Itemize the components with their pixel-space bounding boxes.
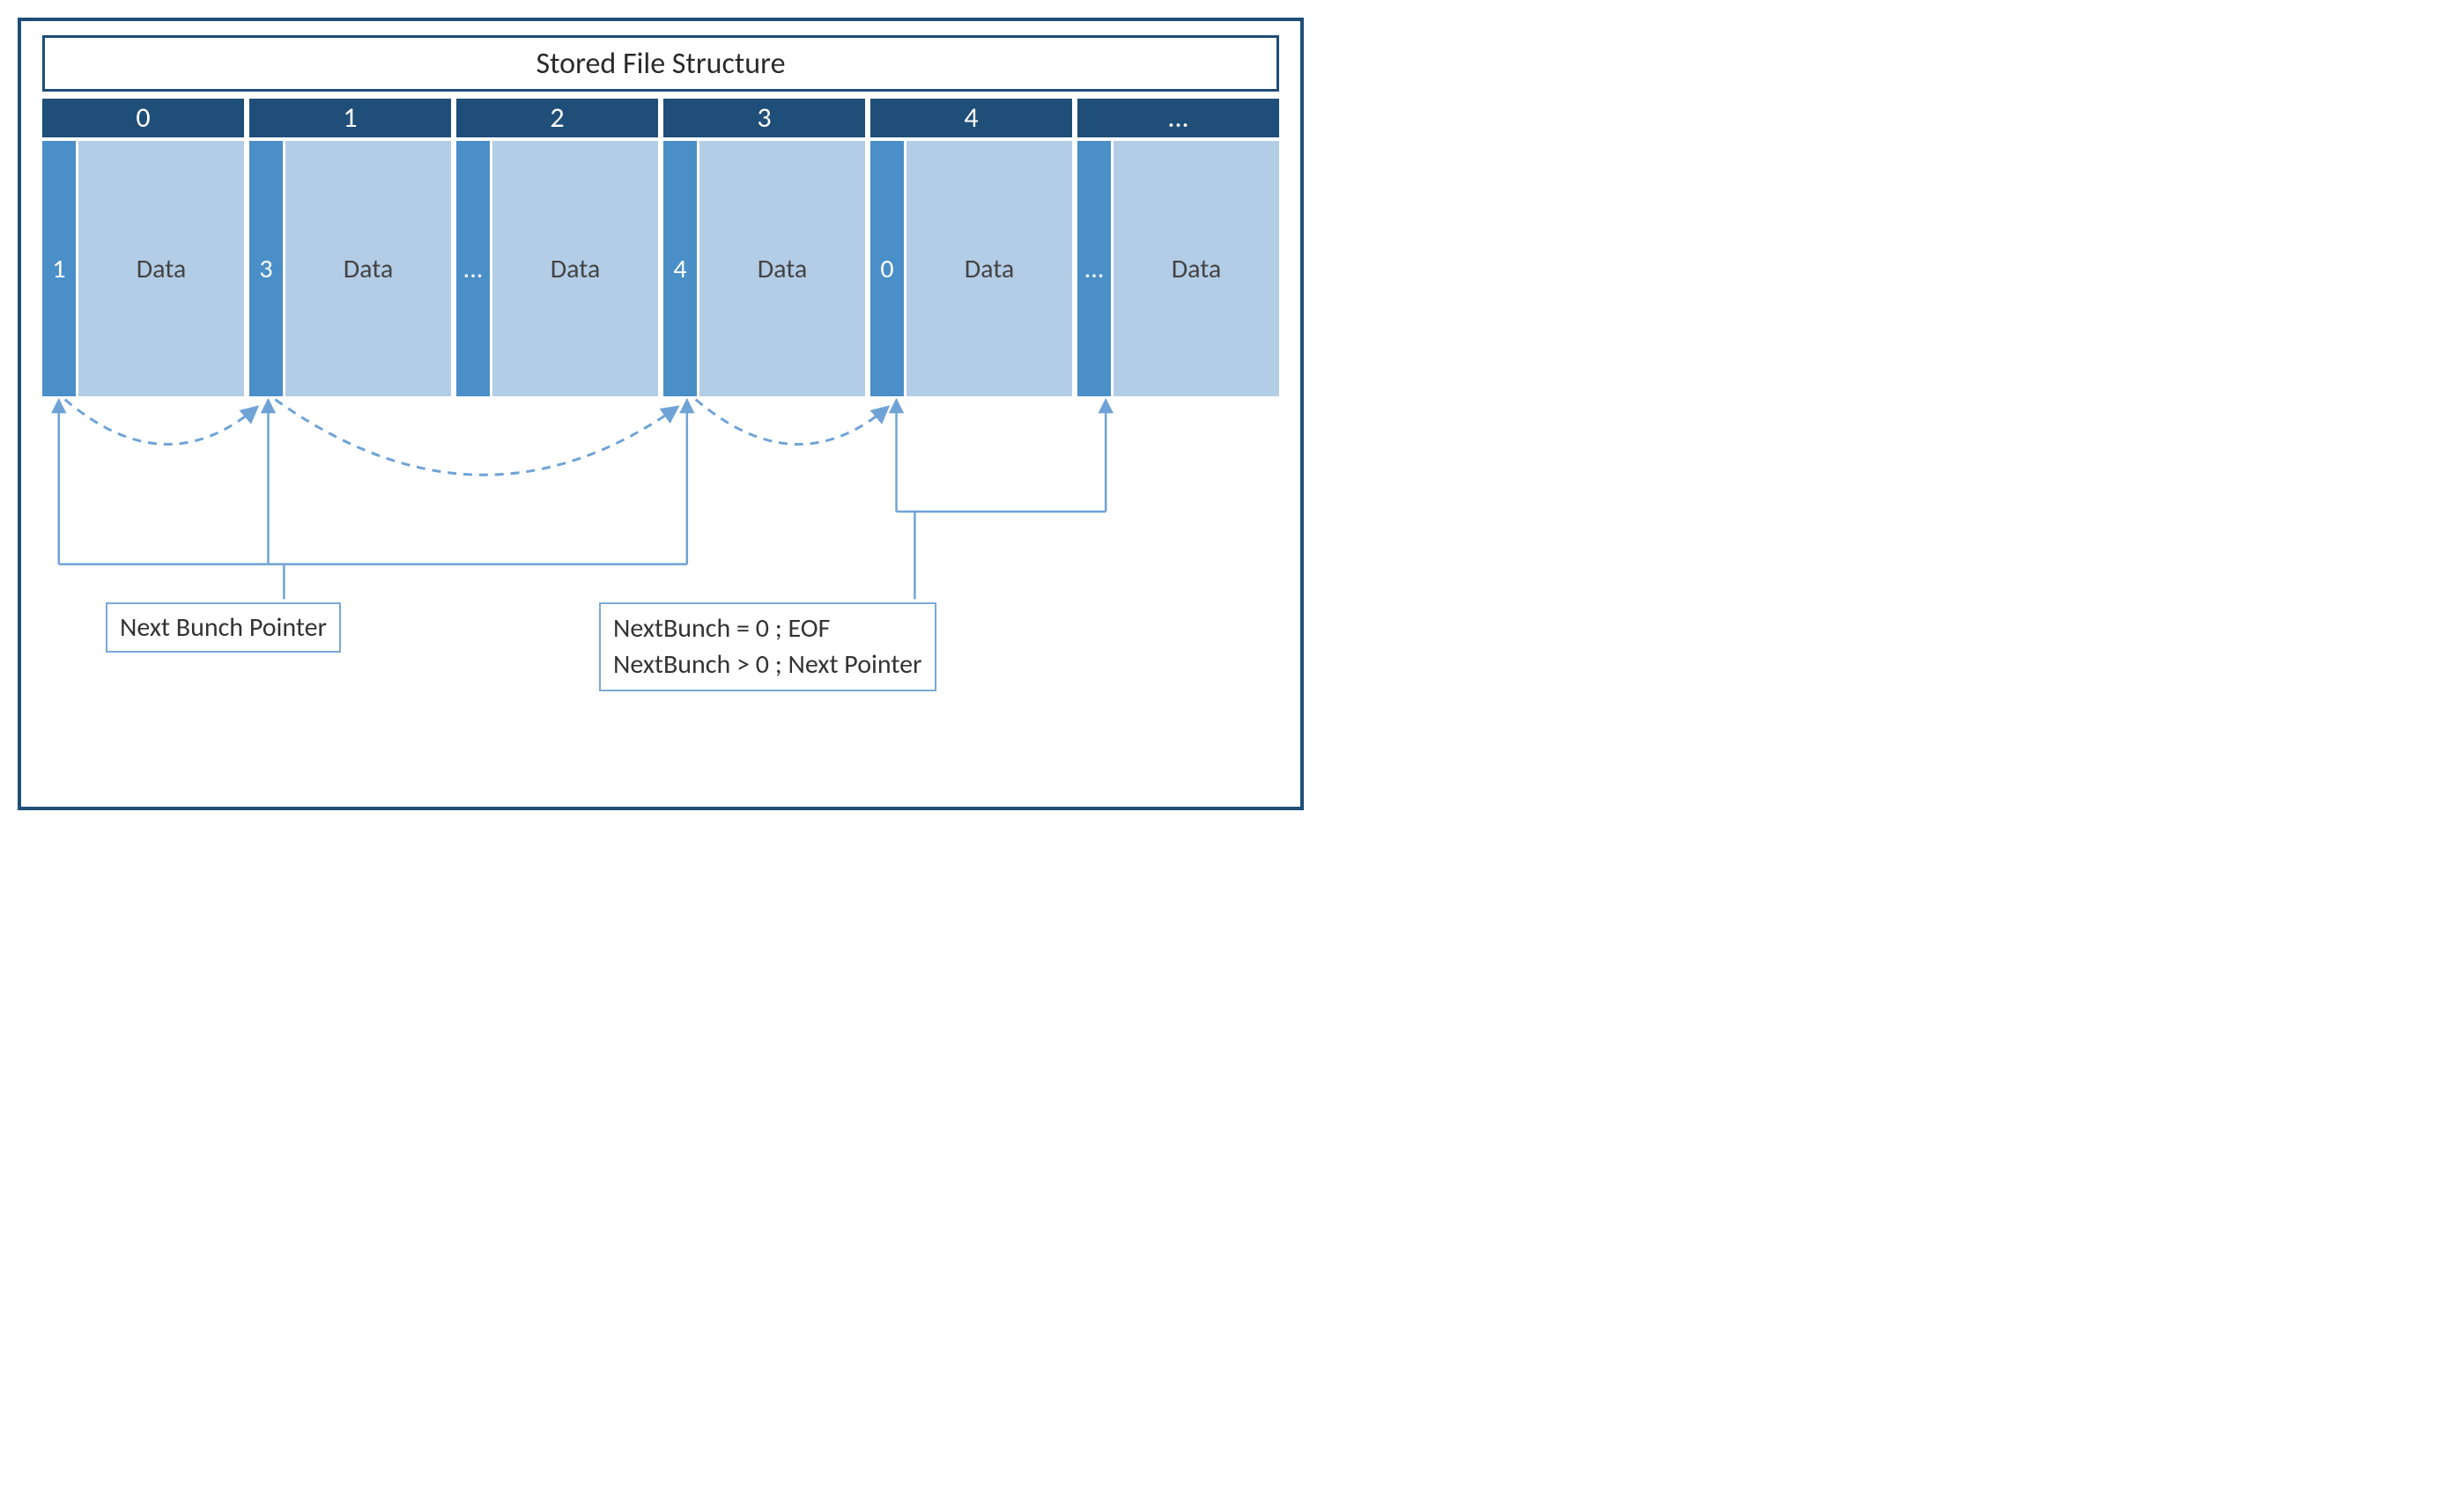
data-cell: Data	[78, 141, 244, 396]
block-index: 3	[663, 99, 865, 137]
pointer-cell: 4	[663, 141, 697, 396]
block-index: 1	[249, 99, 451, 137]
block-5: ... ... Data	[1077, 99, 1279, 396]
block-index: 4	[870, 99, 1072, 137]
block-4: 4 0 Data	[870, 99, 1072, 396]
block-body: 3 Data	[249, 141, 451, 396]
pointer-cell: 3	[249, 141, 283, 396]
block-3: 3 4 Data	[663, 99, 865, 396]
rule-line-2: NextBunch > 0 ; Next Pointer	[613, 647, 922, 683]
block-body: 0 Data	[870, 141, 1072, 396]
block-index: 0	[42, 99, 244, 137]
data-cell: Data	[285, 141, 451, 396]
rule-line-1: NextBunch = 0 ; EOF	[613, 611, 922, 647]
pointer-cell: ...	[456, 141, 490, 396]
next-bunch-pointer-label: Next Bunch Pointer	[106, 602, 341, 653]
block-0: 0 1 Data	[42, 99, 244, 396]
pointer-cell: 0	[870, 141, 904, 396]
pointer-cell: ...	[1077, 141, 1111, 396]
next-bunch-rules-label: NextBunch = 0 ; EOF NextBunch > 0 ; Next…	[599, 602, 936, 691]
data-cell: Data	[699, 141, 865, 396]
block-body: ... Data	[456, 141, 658, 396]
block-2: 2 ... Data	[456, 99, 658, 396]
data-cell: Data	[906, 141, 1072, 396]
data-cell: Data	[492, 141, 658, 396]
diagram-title: Stored File Structure	[42, 35, 1279, 92]
data-cell: Data	[1114, 141, 1279, 396]
blocks-row: 0 1 Data 1 3 Data 2 ... Data 3 4 Data	[42, 99, 1279, 396]
block-body: 4 Data	[663, 141, 865, 396]
block-body: ... Data	[1077, 141, 1279, 396]
pointer-cell: 1	[42, 141, 76, 396]
block-1: 1 3 Data	[249, 99, 451, 396]
block-index: 2	[456, 99, 658, 137]
block-index: ...	[1077, 99, 1279, 137]
block-body: 1 Data	[42, 141, 244, 396]
diagram-frame: Stored File Structure 0 1 Data 1 3 Data …	[18, 18, 1304, 810]
